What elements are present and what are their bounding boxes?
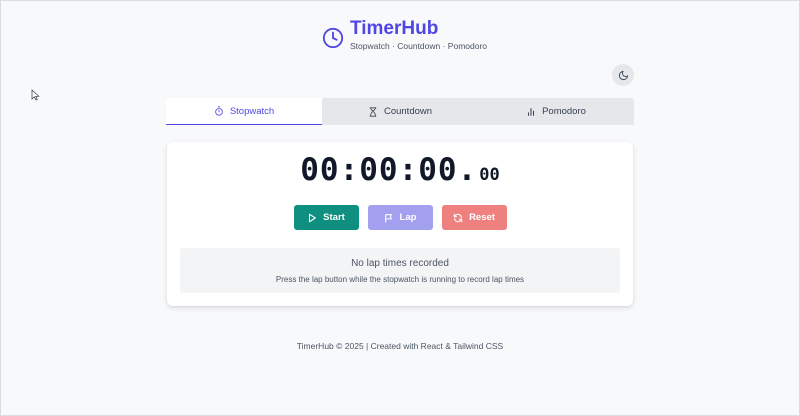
app-header: TimerHub Stopwatch · Countdown · Pomodor… xyxy=(322,18,487,51)
start-button[interactable]: Start xyxy=(293,205,359,230)
tab-stopwatch[interactable]: Stopwatch xyxy=(166,98,322,125)
start-button-label: Start xyxy=(323,212,345,223)
timer-display: 00:00:00. 00 xyxy=(167,152,633,188)
mode-tabs: Stopwatch Countdown Pomodoro xyxy=(166,98,634,125)
lap-button[interactable]: Lap xyxy=(367,205,433,230)
theme-toggle-button[interactable] xyxy=(612,64,634,86)
tab-countdown[interactable]: Countdown xyxy=(322,98,478,125)
app-title: TimerHub xyxy=(350,18,439,39)
moon-icon xyxy=(618,70,628,80)
bar-chart-icon xyxy=(528,107,535,116)
stopwatch-card: 00:00:00. 00 Start Lap Reset No lap times… xyxy=(167,142,633,306)
timer-main: 00:00:00. xyxy=(300,152,478,188)
tab-countdown-label: Countdown xyxy=(383,106,433,117)
tab-pomodoro[interactable]: Pomodoro xyxy=(478,98,634,125)
header-text: TimerHub Stopwatch · Countdown · Pomodor… xyxy=(350,18,487,51)
clock-icon xyxy=(322,27,344,48)
mouse-cursor-icon xyxy=(31,89,40,101)
stopwatch-icon xyxy=(215,106,223,116)
timer-milliseconds: 00 xyxy=(479,165,500,185)
tab-stopwatch-label: Stopwatch xyxy=(229,105,275,117)
play-icon xyxy=(309,213,317,222)
hourglass-icon xyxy=(369,106,377,117)
lap-button-label: Lap xyxy=(399,212,417,223)
footer-text: TimerHub © 2025 | Created with React & T… xyxy=(296,341,504,351)
reset-button[interactable]: Reset xyxy=(441,205,507,230)
flag-icon xyxy=(384,213,392,223)
timer-controls: Start Lap Reset xyxy=(167,205,633,230)
app-subtitle: Stopwatch · Countdown · Pomodoro xyxy=(350,41,488,51)
refresh-icon xyxy=(453,213,463,222)
lap-list-empty: No lap times recorded Press the lap butt… xyxy=(180,248,620,293)
lap-empty-hint: Press the lap button while the stopwatch… xyxy=(275,275,525,284)
tab-pomodoro-label: Pomodoro xyxy=(542,106,586,117)
lap-empty-title: No lap times recorded xyxy=(351,258,449,269)
reset-button-label: Reset xyxy=(469,212,495,223)
